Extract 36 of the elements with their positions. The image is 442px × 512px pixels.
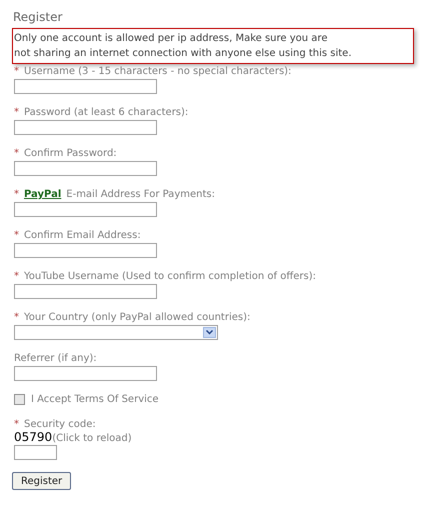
required-mark: *	[14, 230, 19, 242]
security-code-field[interactable]	[14, 445, 57, 460]
country-dropdown[interactable]	[14, 325, 218, 340]
field-label: Referrer (if any):	[14, 353, 97, 365]
field-label: Confirm Password:	[24, 148, 117, 160]
field-label: Username (3 - 15 characters - no special characters):	[24, 66, 292, 78]
field-label: YouTube Username (Used to confirm completion of offers):	[24, 271, 316, 283]
field-label: Your Country (only PayPal allowed countries):	[24, 312, 250, 324]
text-field[interactable]	[14, 284, 157, 299]
terms-label: I Accept Terms Of Service	[31, 393, 159, 407]
field-label: E-mail Address For Payments:	[66, 189, 215, 201]
page-title: Register	[13, 10, 64, 25]
text-field[interactable]	[14, 243, 157, 258]
field-label: Confirm Email Address:	[24, 230, 141, 242]
checkbox[interactable]	[14, 394, 25, 405]
notice-line: not sharing an internet connection with anyone else using this site.	[14, 47, 353, 61]
text-field[interactable]	[14, 120, 157, 135]
paypal-link[interactable]: PayPal	[24, 189, 62, 201]
dropdown-arrow-icon	[203, 327, 216, 338]
text-field[interactable]	[14, 79, 157, 94]
required-mark: *	[14, 312, 19, 324]
required-mark: *	[14, 419, 19, 431]
required-mark: *	[14, 189, 19, 201]
register-button[interactable]: Register	[12, 472, 72, 490]
text-field[interactable]	[14, 366, 157, 381]
required-mark: *	[14, 271, 19, 283]
field-label: Password (at least 6 characters):	[24, 107, 188, 119]
field-label: Security code:	[24, 419, 96, 431]
captcha-code: 05790	[14, 431, 52, 444]
reload-link[interactable]: (Click to reload)	[52, 432, 132, 445]
text-field[interactable]	[14, 161, 157, 176]
notice-line: Only one account is allowed per ip address, Make sure you are	[14, 32, 328, 46]
text-field[interactable]	[14, 202, 157, 217]
required-mark: *	[14, 148, 19, 160]
required-mark: *	[14, 107, 19, 119]
required-mark: *	[14, 66, 19, 78]
